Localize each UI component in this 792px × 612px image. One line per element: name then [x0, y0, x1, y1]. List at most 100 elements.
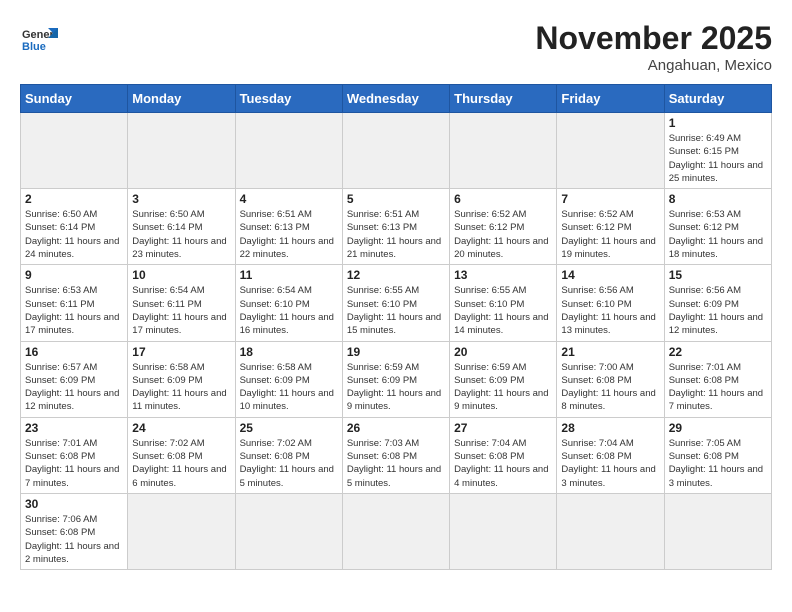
- svg-text:Blue: Blue: [22, 41, 46, 53]
- day-number: 17: [132, 345, 230, 359]
- calendar-cell: 20Sunrise: 6:59 AM Sunset: 6:09 PM Dayli…: [450, 341, 557, 417]
- day-info: Sunrise: 6:51 AM Sunset: 6:13 PM Dayligh…: [240, 208, 338, 261]
- day-info: Sunrise: 6:52 AM Sunset: 6:12 PM Dayligh…: [454, 208, 552, 261]
- day-info: Sunrise: 7:06 AM Sunset: 6:08 PM Dayligh…: [25, 513, 123, 566]
- month-title: November 2025: [535, 20, 772, 57]
- title-block: November 2025 Angahuan, Mexico: [535, 20, 772, 74]
- day-number: 8: [669, 192, 767, 206]
- calendar-cell: 10 Sunrise: 6:54 AM Sunset: 6:11 PM Dayli…: [128, 265, 235, 341]
- calendar-cell: 25 Sunrise: 7:02 AM Sunset: 6:08 PM Dayli…: [235, 417, 342, 493]
- day-number: 6: [454, 192, 552, 206]
- calendar-cell: [235, 113, 342, 189]
- day-number: 29: [669, 421, 767, 435]
- day-info: Sunrise: 6:52 AM Sunset: 6:12 PM Dayligh…: [561, 208, 659, 261]
- day-info: Sunrise: 6:53 AM Sunset: 6:12 PM Dayligh…: [669, 208, 767, 261]
- day-number: 4: [240, 192, 338, 206]
- calendar-cell: 22 Sunrise: 7:01 AM Sunset: 6:08 PM Dayli…: [664, 341, 771, 417]
- week-row-5: 23 Sunrise: 7:01 AM Sunset: 6:08 PM Dayli…: [21, 417, 772, 493]
- day-number: 23: [25, 421, 123, 435]
- week-row-2: 2 Sunrise: 6:50 AM Sunset: 6:14 PM Daylig…: [21, 189, 772, 265]
- day-number: 1: [669, 116, 767, 130]
- calendar-header-row: SundayMondayTuesdayWednesdayThursdayFrid…: [21, 85, 772, 113]
- day-number: 25: [240, 421, 338, 435]
- day-info: Sunrise: 6:56 AM Sunset: 6:10 PM Dayligh…: [561, 284, 659, 337]
- calendar-cell: 30 Sunrise: 7:06 AM Sunset: 6:08 PM Dayli…: [21, 493, 128, 569]
- page-header: General Blue November 2025 Angahuan, Mex…: [20, 20, 772, 74]
- week-row-6: 30 Sunrise: 7:06 AM Sunset: 6:08 PM Dayli…: [21, 493, 772, 569]
- day-number: 26: [347, 421, 445, 435]
- day-info: Sunrise: 6:59 AM Sunset: 6:09 PM Dayligh…: [454, 361, 552, 414]
- calendar-cell: [342, 113, 449, 189]
- day-info: Sunrise: 6:51 AM Sunset: 6:13 PM Dayligh…: [347, 208, 445, 261]
- calendar-cell: 6 Sunrise: 6:52 AM Sunset: 6:12 PM Daylig…: [450, 189, 557, 265]
- calendar-cell: 27Sunrise: 7:04 AM Sunset: 6:08 PM Dayli…: [450, 417, 557, 493]
- calendar-cell: [235, 493, 342, 569]
- day-header-saturday: Saturday: [664, 85, 771, 113]
- calendar-cell: 5 Sunrise: 6:51 AM Sunset: 6:13 PM Daylig…: [342, 189, 449, 265]
- calendar-cell: 14 Sunrise: 6:56 AM Sunset: 6:10 PM Dayli…: [557, 265, 664, 341]
- day-number: 27: [454, 421, 552, 435]
- day-header-thursday: Thursday: [450, 85, 557, 113]
- day-info: Sunrise: 6:55 AM Sunset: 6:10 PM Dayligh…: [347, 284, 445, 337]
- calendar-cell: 12 Sunrise: 6:55 AM Sunset: 6:10 PM Dayli…: [342, 265, 449, 341]
- calendar-cell: [342, 493, 449, 569]
- calendar-cell: 1Sunrise: 6:49 AM Sunset: 6:15 PM Daylig…: [664, 113, 771, 189]
- day-info: Sunrise: 6:53 AM Sunset: 6:11 PM Dayligh…: [25, 284, 123, 337]
- day-info: Sunrise: 6:58 AM Sunset: 6:09 PM Dayligh…: [240, 361, 338, 414]
- day-number: 12: [347, 268, 445, 282]
- day-number: 2: [25, 192, 123, 206]
- day-info: Sunrise: 7:02 AM Sunset: 6:08 PM Dayligh…: [240, 437, 338, 490]
- calendar-cell: 26 Sunrise: 7:03 AM Sunset: 6:08 PM Dayli…: [342, 417, 449, 493]
- day-info: Sunrise: 7:03 AM Sunset: 6:08 PM Dayligh…: [347, 437, 445, 490]
- calendar-cell: [21, 113, 128, 189]
- day-number: 14: [561, 268, 659, 282]
- calendar-cell: 19Sunrise: 6:59 AM Sunset: 6:09 PM Dayli…: [342, 341, 449, 417]
- day-info: Sunrise: 7:02 AM Sunset: 6:08 PM Dayligh…: [132, 437, 230, 490]
- day-number: 10: [132, 268, 230, 282]
- day-info: Sunrise: 7:00 AM Sunset: 6:08 PM Dayligh…: [561, 361, 659, 414]
- calendar-cell: 11 Sunrise: 6:54 AM Sunset: 6:10 PM Dayli…: [235, 265, 342, 341]
- day-number: 19: [347, 345, 445, 359]
- day-header-monday: Monday: [128, 85, 235, 113]
- calendar-cell: 24 Sunrise: 7:02 AM Sunset: 6:08 PM Dayli…: [128, 417, 235, 493]
- calendar-cell: [664, 493, 771, 569]
- calendar-cell: 13Sunrise: 6:55 AM Sunset: 6:10 PM Dayli…: [450, 265, 557, 341]
- calendar-cell: 18Sunrise: 6:58 AM Sunset: 6:09 PM Dayli…: [235, 341, 342, 417]
- day-info: Sunrise: 6:57 AM Sunset: 6:09 PM Dayligh…: [25, 361, 123, 414]
- calendar-cell: [557, 113, 664, 189]
- day-number: 7: [561, 192, 659, 206]
- day-header-wednesday: Wednesday: [342, 85, 449, 113]
- day-number: 24: [132, 421, 230, 435]
- day-number: 11: [240, 268, 338, 282]
- day-number: 9: [25, 268, 123, 282]
- day-info: Sunrise: 6:54 AM Sunset: 6:10 PM Dayligh…: [240, 284, 338, 337]
- calendar-cell: 21Sunrise: 7:00 AM Sunset: 6:08 PM Dayli…: [557, 341, 664, 417]
- day-info: Sunrise: 7:01 AM Sunset: 6:08 PM Dayligh…: [669, 361, 767, 414]
- day-info: Sunrise: 7:05 AM Sunset: 6:08 PM Dayligh…: [669, 437, 767, 490]
- day-info: Sunrise: 7:04 AM Sunset: 6:08 PM Dayligh…: [561, 437, 659, 490]
- week-row-3: 9 Sunrise: 6:53 AM Sunset: 6:11 PM Daylig…: [21, 265, 772, 341]
- calendar-cell: [450, 493, 557, 569]
- week-row-4: 16 Sunrise: 6:57 AM Sunset: 6:09 PM Dayli…: [21, 341, 772, 417]
- day-number: 13: [454, 268, 552, 282]
- day-number: 5: [347, 192, 445, 206]
- day-header-tuesday: Tuesday: [235, 85, 342, 113]
- calendar-cell: 15Sunrise: 6:56 AM Sunset: 6:09 PM Dayli…: [664, 265, 771, 341]
- calendar-table: SundayMondayTuesdayWednesdayThursdayFrid…: [20, 84, 772, 570]
- day-info: Sunrise: 6:54 AM Sunset: 6:11 PM Dayligh…: [132, 284, 230, 337]
- calendar-cell: 29 Sunrise: 7:05 AM Sunset: 6:08 PM Dayli…: [664, 417, 771, 493]
- day-number: 30: [25, 497, 123, 511]
- day-info: Sunrise: 6:50 AM Sunset: 6:14 PM Dayligh…: [25, 208, 123, 261]
- day-number: 28: [561, 421, 659, 435]
- day-info: Sunrise: 6:56 AM Sunset: 6:09 PM Dayligh…: [669, 284, 767, 337]
- day-info: Sunrise: 6:50 AM Sunset: 6:14 PM Dayligh…: [132, 208, 230, 261]
- logo-icon: General Blue: [20, 20, 58, 58]
- calendar-cell: 9 Sunrise: 6:53 AM Sunset: 6:11 PM Daylig…: [21, 265, 128, 341]
- day-number: 16: [25, 345, 123, 359]
- calendar-cell: 28 Sunrise: 7:04 AM Sunset: 6:08 PM Dayli…: [557, 417, 664, 493]
- day-number: 22: [669, 345, 767, 359]
- calendar-cell: 17Sunrise: 6:58 AM Sunset: 6:09 PM Dayli…: [128, 341, 235, 417]
- day-header-friday: Friday: [557, 85, 664, 113]
- day-info: Sunrise: 7:01 AM Sunset: 6:08 PM Dayligh…: [25, 437, 123, 490]
- calendar-cell: 8 Sunrise: 6:53 AM Sunset: 6:12 PM Daylig…: [664, 189, 771, 265]
